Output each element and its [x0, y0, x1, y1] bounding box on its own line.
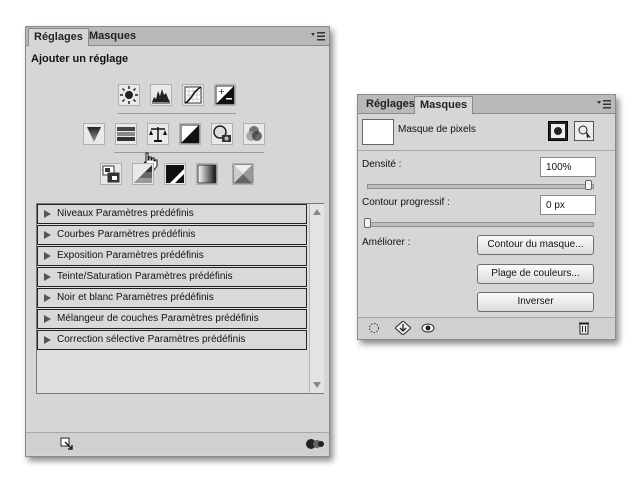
density-slider-track[interactable] — [367, 184, 594, 189]
invert-button[interactable]: Inverser — [477, 292, 594, 312]
visibility-toggle-icon[interactable] — [306, 438, 324, 450]
svg-text:+: + — [218, 87, 225, 96]
separator — [114, 152, 264, 153]
tab-reglages[interactable]: Réglages — [28, 28, 89, 46]
pixel-mask-icon[interactable] — [548, 121, 568, 141]
preset-label: Teinte/Saturation Paramètres prédéfinis — [57, 271, 233, 282]
expand-triangle-icon[interactable] — [44, 315, 51, 323]
expand-triangle-icon[interactable] — [44, 231, 51, 239]
preset-label: Correction sélective Paramètres prédéfin… — [57, 334, 246, 345]
preset-label: Noir et blanc Paramètres prédéfinis — [57, 292, 214, 303]
masks-tabbar: Réglages Masques — [358, 95, 615, 114]
curves-icon[interactable] — [182, 84, 204, 106]
masks-panel: Réglages Masques Masque de pixels Densit… — [357, 94, 616, 340]
threshold-icon[interactable] — [164, 163, 186, 185]
list-item[interactable]: Niveaux Paramètres prédéfinis — [37, 204, 307, 224]
presets-scrollbar[interactable] — [309, 204, 324, 393]
masks-bottom-bar — [358, 317, 615, 339]
panel-menu-icon[interactable] — [597, 98, 611, 110]
list-item[interactable]: Noir et blanc Paramètres prédéfinis — [37, 288, 307, 308]
hue-saturation-icon[interactable] — [115, 123, 137, 145]
feather-label: Contour progressif : — [362, 197, 450, 208]
density-slider-thumb[interactable] — [585, 180, 592, 190]
tab-masques[interactable]: Masques — [414, 96, 474, 114]
trash-icon[interactable] — [578, 321, 590, 335]
color-range-button[interactable]: Plage de couleurs... — [477, 264, 594, 284]
color-balance-icon[interactable] — [147, 123, 169, 145]
presets-list[interactable]: Niveaux Paramètres prédéfinis Courbes Pa… — [36, 203, 324, 394]
list-item[interactable]: Correction sélective Paramètres prédéfin… — [37, 330, 307, 350]
eye-icon[interactable] — [421, 322, 435, 334]
refine-label: Améliorer : — [362, 237, 411, 248]
brightness-contrast-icon[interactable] — [118, 84, 140, 106]
vibrance-icon[interactable] — [83, 123, 105, 145]
panel-menu-icon[interactable] — [311, 30, 325, 42]
invert-icon[interactable] — [100, 163, 122, 185]
apply-mask-icon[interactable] — [395, 321, 411, 335]
feather-input[interactable]: 0 px — [540, 195, 596, 215]
preset-label: Exposition Paramètres prédéfinis — [57, 250, 204, 261]
exposure-icon[interactable]: + — [214, 84, 236, 106]
tab-reglages[interactable]: Réglages — [361, 96, 420, 112]
scroll-down-icon[interactable] — [313, 382, 321, 388]
clip-to-layer-icon[interactable] — [60, 437, 74, 451]
feather-slider-thumb[interactable] — [364, 218, 371, 228]
adjustments-bottom-bar — [26, 432, 329, 455]
preset-label: Courbes Paramètres prédéfinis — [57, 229, 196, 240]
preset-label: Niveaux Paramètres prédéfinis — [57, 208, 194, 219]
separator — [118, 113, 236, 114]
mask-thumbnail[interactable] — [362, 119, 394, 145]
add-adjustment-title: Ajouter un réglage — [31, 53, 129, 65]
mask-edge-button[interactable]: Contour du masque... — [477, 235, 594, 255]
scroll-up-icon[interactable] — [313, 209, 321, 215]
adjustments-tabbar: Réglages Masques — [26, 27, 329, 46]
black-white-icon[interactable] — [179, 123, 201, 145]
gradient-map-icon[interactable] — [196, 163, 218, 185]
adjustments-panel: Réglages Masques Ajouter un réglage + Ni… — [25, 26, 330, 457]
feather-slider-track[interactable] — [367, 222, 594, 227]
expand-triangle-icon[interactable] — [44, 252, 51, 260]
list-item[interactable]: Courbes Paramètres prédéfinis — [37, 225, 307, 245]
expand-triangle-icon[interactable] — [44, 273, 51, 281]
selective-color-icon[interactable] — [232, 163, 254, 185]
list-item[interactable]: Exposition Paramètres prédéfinis — [37, 246, 307, 266]
expand-triangle-icon[interactable] — [44, 294, 51, 302]
posterize-icon[interactable] — [132, 163, 154, 185]
expand-triangle-icon[interactable] — [44, 336, 51, 344]
levels-icon[interactable] — [150, 84, 172, 106]
channel-mixer-icon[interactable] — [243, 123, 265, 145]
photo-filter-icon[interactable] — [211, 123, 233, 145]
vector-mask-icon[interactable] — [574, 121, 594, 141]
density-label: Densité : — [362, 159, 402, 170]
load-selection-icon[interactable] — [368, 322, 380, 334]
preset-label: Mélangeur de couches Paramètres prédéfin… — [57, 313, 259, 324]
list-item[interactable]: Teinte/Saturation Paramètres prédéfinis — [37, 267, 307, 287]
separator — [358, 150, 615, 151]
expand-triangle-icon[interactable] — [44, 210, 51, 218]
mask-type-label: Masque de pixels — [398, 124, 476, 135]
density-input[interactable]: 100% — [540, 157, 596, 177]
list-item[interactable]: Mélangeur de couches Paramètres prédéfin… — [37, 309, 307, 329]
tab-masques[interactable]: Masques — [84, 28, 141, 44]
